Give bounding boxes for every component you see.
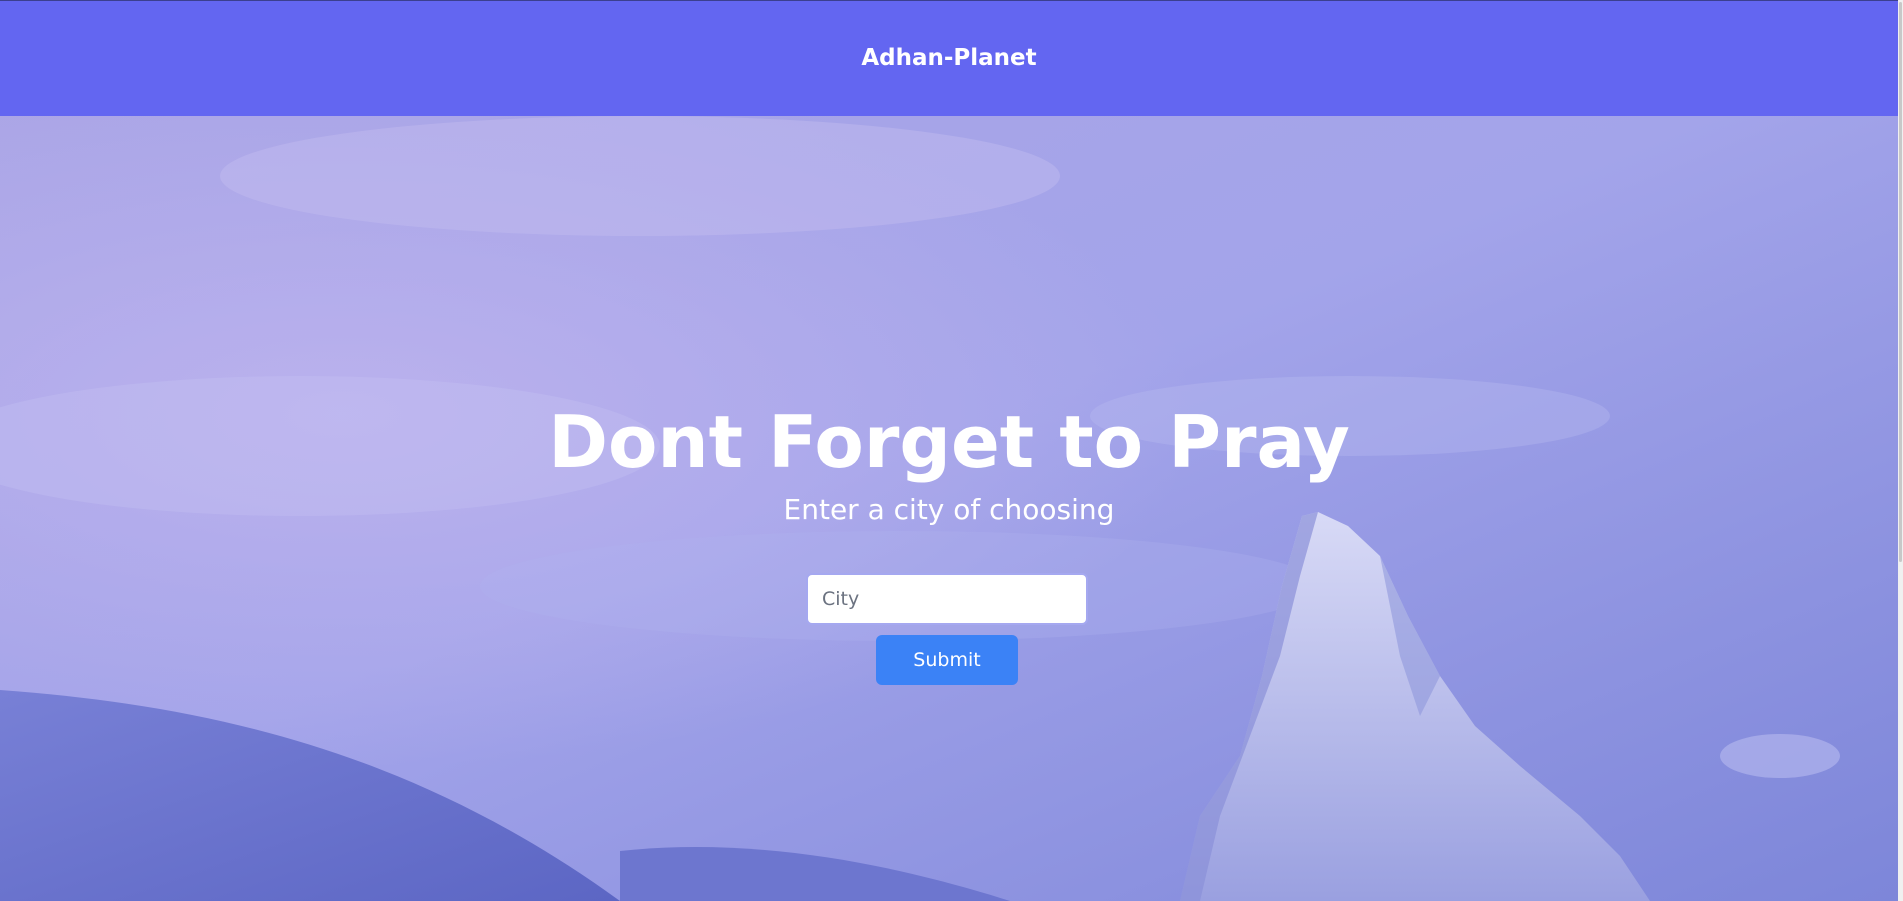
viewport: Adhan-Planet Dont Forget to Pray Enter a…: [0, 0, 1898, 901]
submit-button[interactable]: Submit: [876, 635, 1018, 685]
brand-title[interactable]: Adhan-Planet: [861, 45, 1036, 71]
hero-subtitle: Enter a city of choosing: [783, 493, 1115, 526]
city-input[interactable]: [806, 573, 1088, 625]
hero-content: Dont Forget to Pray Enter a city of choo…: [0, 116, 1898, 901]
page: Adhan-Planet Dont Forget to Pray Enter a…: [0, 0, 1903, 901]
scrollbar-thumb[interactable]: [1899, 2, 1902, 562]
app-header: Adhan-Planet: [0, 0, 1898, 116]
hero-title: Dont Forget to Pray: [548, 400, 1350, 484]
hero-section: Dont Forget to Pray Enter a city of choo…: [0, 116, 1898, 901]
